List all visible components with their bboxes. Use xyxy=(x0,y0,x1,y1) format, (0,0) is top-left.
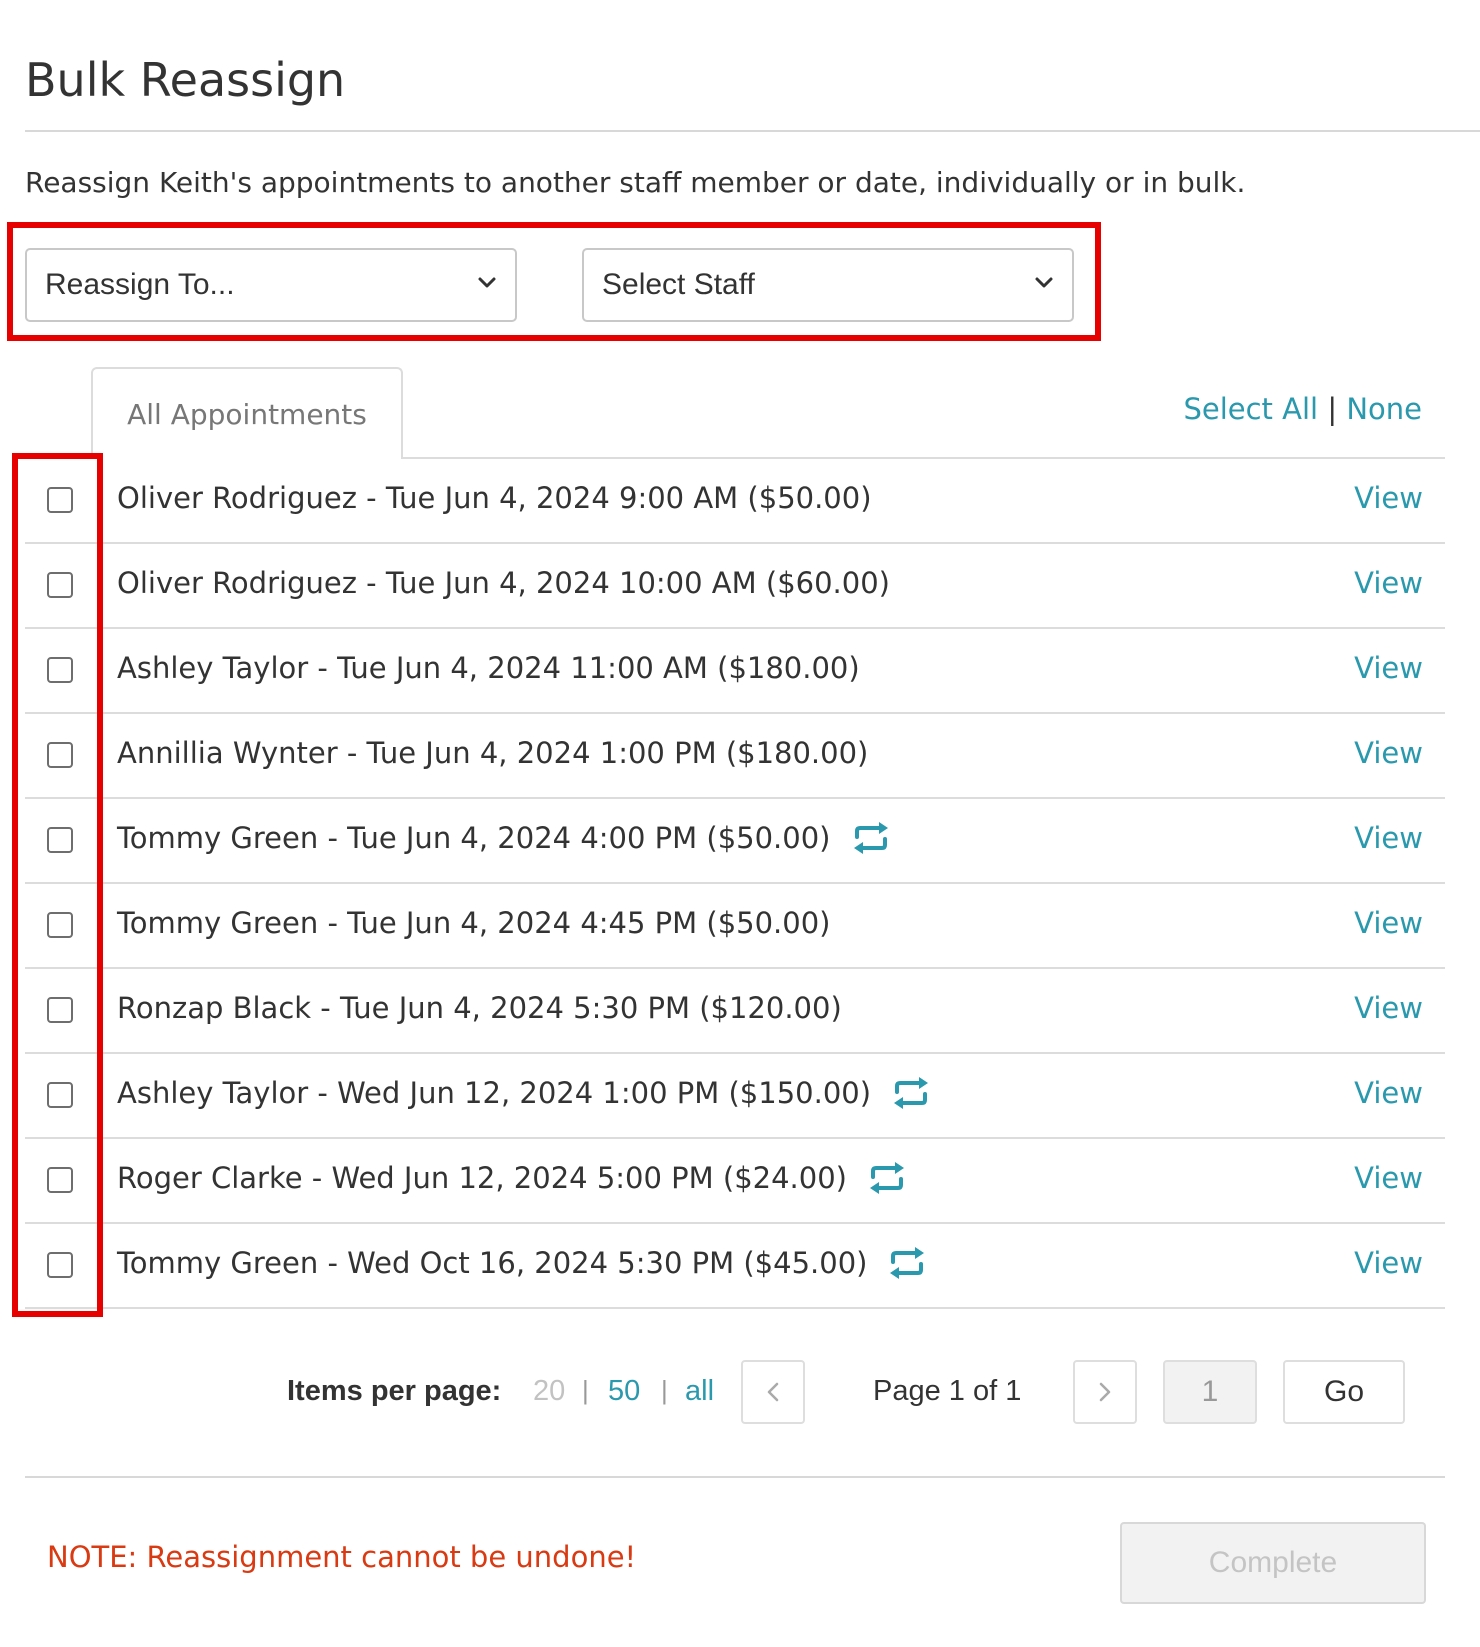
appointment-text: Ashley Taylor - Tue Jun 4, 2024 11:00 AM… xyxy=(117,651,860,685)
items-per-page-20[interactable]: 20 xyxy=(533,1375,565,1408)
checkbox-column-highlight xyxy=(12,453,103,1317)
appointment-text: Roger Clarke - Wed Jun 12, 2024 5:00 PM … xyxy=(117,1161,847,1195)
table-row: Ashley Taylor - Wed Jun 12, 2024 1:00 PM… xyxy=(25,1054,1445,1139)
chevron-down-icon xyxy=(478,277,496,288)
items-per-page-all[interactable]: all xyxy=(685,1375,714,1408)
selection-links: Select All | None xyxy=(1183,392,1422,426)
select-none-link[interactable]: None xyxy=(1346,392,1422,426)
reassign-to-select[interactable]: Reassign To... xyxy=(25,248,517,322)
appointment-label: Tommy Green - Tue Jun 4, 2024 4:45 PM ($… xyxy=(117,906,831,940)
repeat-icon xyxy=(894,1077,929,1109)
view-appointment-link[interactable]: View xyxy=(1354,1246,1423,1280)
table-row: Tommy Green - Tue Jun 4, 2024 4:45 PM ($… xyxy=(25,884,1445,969)
chevron-right-icon xyxy=(1099,1382,1111,1402)
appointment-label: Annillia Wynter - Tue Jun 4, 2024 1:00 P… xyxy=(117,736,868,770)
footer-divider xyxy=(25,1476,1445,1478)
items-per-page-separator: | xyxy=(661,1375,668,1405)
appointment-text: Tommy Green - Tue Jun 4, 2024 4:45 PM ($… xyxy=(117,906,831,940)
items-per-page-50[interactable]: 50 xyxy=(608,1375,640,1408)
appointment-label: Roger Clarke - Wed Jun 12, 2024 5:00 PM … xyxy=(117,1161,907,1195)
view-appointment-link[interactable]: View xyxy=(1354,991,1423,1025)
repeat-icon xyxy=(869,1162,904,1194)
page-indicator: Page 1 of 1 xyxy=(873,1375,1022,1407)
repeat-icon xyxy=(853,822,888,854)
items-per-page-label: Items per page: xyxy=(287,1375,502,1407)
reassignment-warning: NOTE: Reassignment cannot be undone! xyxy=(47,1540,637,1574)
select-staff-select[interactable]: Select Staff xyxy=(582,248,1074,322)
appointment-label: Tommy Green - Tue Jun 4, 2024 4:00 PM ($… xyxy=(117,821,891,855)
appointment-label: Oliver Rodriguez - Tue Jun 4, 2024 10:00… xyxy=(117,566,890,600)
tab-all-appointments[interactable]: All Appointments xyxy=(91,367,403,459)
next-page-button[interactable] xyxy=(1073,1360,1137,1424)
table-row: Tommy Green - Wed Oct 16, 2024 5:30 PM (… xyxy=(25,1224,1445,1309)
appointment-text: Oliver Rodriguez - Tue Jun 4, 2024 10:00… xyxy=(117,566,890,600)
appointment-text: Tommy Green - Wed Oct 16, 2024 5:30 PM (… xyxy=(117,1246,868,1280)
page-title: Bulk Reassign xyxy=(25,52,346,107)
go-button[interactable]: Go xyxy=(1283,1360,1405,1424)
prev-page-button[interactable] xyxy=(741,1360,805,1424)
complete-button[interactable]: Complete xyxy=(1120,1522,1426,1604)
pagination-bar: Items per page: 20 | 50 | all Page 1 of … xyxy=(0,1360,1480,1424)
appointment-label: Ronzap Black - Tue Jun 4, 2024 5:30 PM (… xyxy=(117,991,842,1025)
view-appointment-link[interactable]: View xyxy=(1354,481,1423,515)
table-row: Oliver Rodriguez - Tue Jun 4, 2024 10:00… xyxy=(25,544,1445,629)
appointment-text: Annillia Wynter - Tue Jun 4, 2024 1:00 P… xyxy=(117,736,869,770)
view-appointment-link[interactable]: View xyxy=(1354,1161,1423,1195)
view-appointment-link[interactable]: View xyxy=(1354,821,1423,855)
chevron-left-icon xyxy=(767,1382,779,1402)
repeat-icon xyxy=(890,1247,925,1279)
chevron-down-icon xyxy=(1035,277,1053,288)
selection-separator: | xyxy=(1327,392,1338,426)
table-row: Roger Clarke - Wed Jun 12, 2024 5:00 PM … xyxy=(25,1139,1445,1224)
appointment-label: Ashley Taylor - Tue Jun 4, 2024 11:00 AM… xyxy=(117,651,860,685)
appointment-list: Oliver Rodriguez - Tue Jun 4, 2024 9:00 … xyxy=(25,459,1445,1309)
table-row: Annillia Wynter - Tue Jun 4, 2024 1:00 P… xyxy=(25,714,1445,799)
table-row: Oliver Rodriguez - Tue Jun 4, 2024 9:00 … xyxy=(25,459,1445,544)
view-appointment-link[interactable]: View xyxy=(1354,736,1423,770)
appointment-label: Oliver Rodriguez - Tue Jun 4, 2024 9:00 … xyxy=(117,481,872,515)
reassign-to-value: Reassign To... xyxy=(45,268,235,301)
appointment-text: Ronzap Black - Tue Jun 4, 2024 5:30 PM (… xyxy=(117,991,842,1025)
select-staff-value: Select Staff xyxy=(602,268,755,301)
page-description: Reassign Keith's appointments to another… xyxy=(25,166,1246,199)
items-per-page-separator: | xyxy=(582,1375,589,1405)
view-appointment-link[interactable]: View xyxy=(1354,906,1423,940)
table-row: Ronzap Black - Tue Jun 4, 2024 5:30 PM (… xyxy=(25,969,1445,1054)
header-divider xyxy=(25,130,1480,132)
table-row: Ashley Taylor - Tue Jun 4, 2024 11:00 AM… xyxy=(25,629,1445,714)
view-appointment-link[interactable]: View xyxy=(1354,1076,1423,1110)
view-appointment-link[interactable]: View xyxy=(1354,651,1423,685)
table-row: Tommy Green - Tue Jun 4, 2024 4:00 PM ($… xyxy=(25,799,1445,884)
page-number-input[interactable]: 1 xyxy=(1163,1360,1257,1424)
appointment-text: Tommy Green - Tue Jun 4, 2024 4:00 PM ($… xyxy=(117,821,831,855)
appointment-label: Ashley Taylor - Wed Jun 12, 2024 1:00 PM… xyxy=(117,1076,931,1110)
view-appointment-link[interactable]: View xyxy=(1354,566,1423,600)
appointment-text: Ashley Taylor - Wed Jun 12, 2024 1:00 PM… xyxy=(117,1076,872,1110)
appointment-label: Tommy Green - Wed Oct 16, 2024 5:30 PM (… xyxy=(117,1246,927,1280)
appointment-text: Oliver Rodriguez - Tue Jun 4, 2024 9:00 … xyxy=(117,481,872,515)
select-all-link[interactable]: Select All xyxy=(1183,392,1318,426)
